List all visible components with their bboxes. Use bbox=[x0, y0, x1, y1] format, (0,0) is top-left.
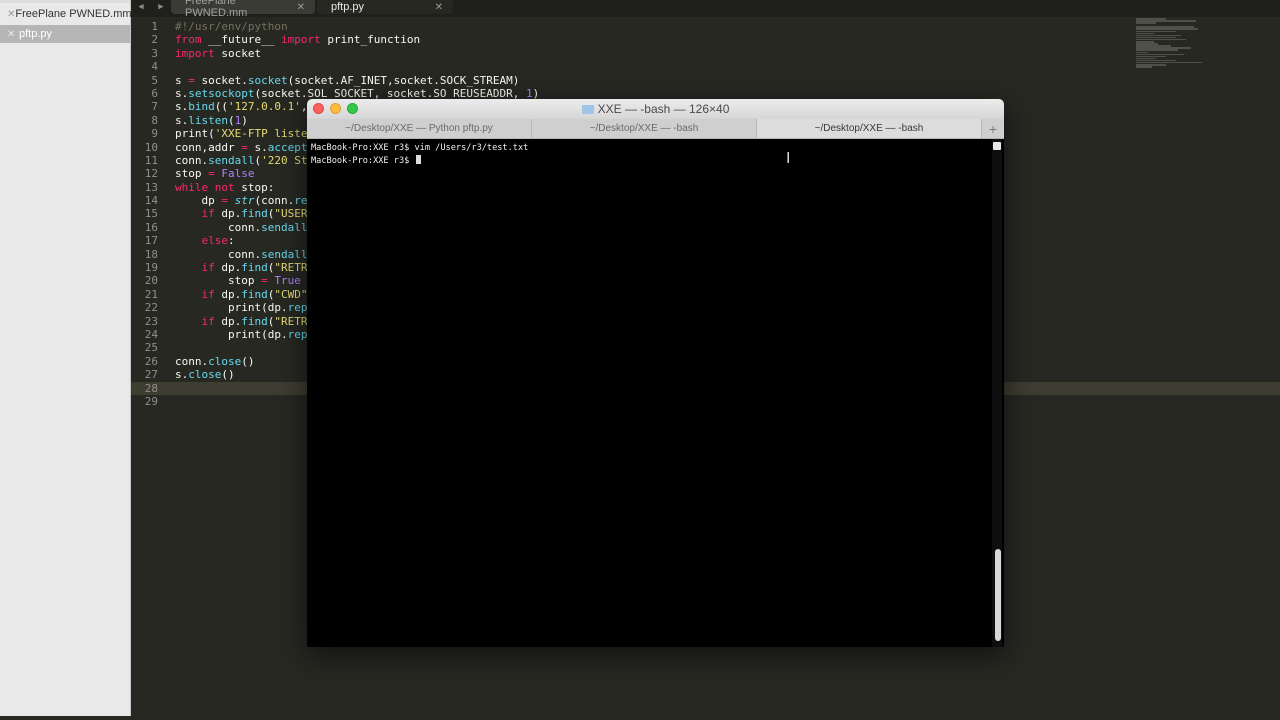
code-text: else: bbox=[201, 234, 235, 248]
line-number: 1 bbox=[151, 20, 158, 33]
code-text: s = socket.socket(socket.AF_INET,socket.… bbox=[175, 73, 520, 87]
close-icon[interactable]: ✕ bbox=[435, 2, 443, 13]
line-number: 9 bbox=[151, 127, 158, 141]
terminal-tab-python[interactable]: ~/Desktop/XXE — Python pftp.py bbox=[307, 119, 532, 138]
terminal-tabbar: ~/Desktop/XXE — Python pftp.py ~/Desktop… bbox=[307, 119, 1004, 139]
zoom-window-button[interactable] bbox=[347, 103, 358, 114]
terminal-tab-bash-2[interactable]: ~/Desktop/XXE — -bash bbox=[757, 119, 982, 138]
terminal-titlebar[interactable]: XXE — -bash — 126×40 bbox=[307, 99, 1004, 119]
code-text: from __future__ import print_function bbox=[175, 33, 421, 47]
line-number: 6 bbox=[151, 86, 158, 100]
line-number: 16 bbox=[144, 220, 158, 234]
tab-label: FreePlane PWNED.mm bbox=[185, 0, 248, 19]
tab-pftp[interactable]: pftp.py ✕ bbox=[317, 0, 453, 14]
line-number: 22 bbox=[144, 301, 158, 315]
line-number: 26 bbox=[144, 354, 158, 368]
sidebar-footer bbox=[0, 716, 131, 720]
chevron-right-icon[interactable]: ▶ bbox=[158, 2, 163, 12]
code-text: if dp.find("RETR" bbox=[201, 261, 315, 275]
terminal-line: MacBook-Pro:XXE r3$ vim /Users/r3/test.t… bbox=[311, 143, 529, 153]
text-cursor bbox=[416, 155, 422, 164]
code-text: import socket bbox=[175, 46, 262, 60]
minimize-window-button[interactable] bbox=[330, 103, 341, 114]
code-text: conn.sendall( bbox=[175, 220, 314, 234]
code-text: stop = True bbox=[175, 274, 301, 288]
editor-tabbar: ◀ ▶ FreePlane PWNED.mm ✕ pftp.py ✕ bbox=[131, 0, 1280, 19]
line-number: 25 bbox=[144, 341, 158, 355]
close-icon[interactable]: ✕ bbox=[7, 9, 15, 20]
tab-label: pftp.py bbox=[331, 1, 365, 13]
line-number: 28 bbox=[144, 381, 158, 395]
line-number: 3 bbox=[151, 46, 158, 60]
line-number: 20 bbox=[144, 274, 158, 288]
chevron-left-icon[interactable]: ◀ bbox=[138, 2, 143, 12]
code-text: conn,addr = s.accept( bbox=[175, 140, 314, 154]
line-number: 14 bbox=[144, 194, 158, 208]
code-text: s.listen(1) bbox=[175, 113, 248, 127]
close-window-button[interactable] bbox=[313, 103, 324, 114]
line-number: 29 bbox=[144, 394, 158, 408]
code-text: if dp.find("CWD") bbox=[201, 287, 315, 301]
scrollbar-thumb[interactable] bbox=[995, 549, 1001, 641]
line-number: 18 bbox=[144, 247, 158, 261]
ibeam-cursor-icon: I bbox=[786, 149, 791, 167]
code-text: s.bind(('127.0.0.1',2 bbox=[175, 100, 314, 114]
terminal-prompt-line: MacBook-Pro:XXE r3$ bbox=[311, 155, 1000, 168]
code-line[interactable]: 1 #!/usr/env/python bbox=[131, 20, 1280, 33]
code-text: while not stop: bbox=[175, 180, 275, 194]
code-line[interactable]: 5 s = socket.socket(socket.AF_INET,socket… bbox=[131, 74, 1280, 87]
tab-freeplane[interactable]: FreePlane PWNED.mm ✕ bbox=[171, 0, 315, 19]
code-line[interactable]: 3 import socket bbox=[131, 47, 1280, 60]
line-number: 12 bbox=[144, 167, 158, 181]
code-text: stop = False bbox=[175, 167, 255, 181]
sidebar-file-freeplane[interactable]: ✕ FreePlane PWNED.mm bbox=[0, 5, 132, 23]
code-text: print('XXE-FTP listen bbox=[175, 127, 315, 141]
line-number: 21 bbox=[144, 287, 158, 301]
line-number: 8 bbox=[151, 113, 158, 127]
code-text: conn.sendall( bbox=[175, 247, 314, 261]
folder-icon bbox=[581, 104, 594, 114]
sidebar-header bbox=[0, 0, 130, 3]
code-text: print(dp.repl bbox=[175, 301, 315, 315]
code-line[interactable]: 2 from __future__ import print_function bbox=[131, 33, 1280, 46]
line-number: 4 bbox=[151, 60, 158, 74]
code-text: if dp.find("USER" bbox=[201, 207, 315, 221]
terminal-window[interactable]: XXE — -bash — 126×40 ~/Desktop/XXE — Pyt… bbox=[307, 99, 1004, 647]
line-number: 5 bbox=[151, 73, 158, 87]
line-number: 27 bbox=[144, 368, 158, 382]
code-text: conn.close() bbox=[175, 354, 255, 368]
code-text: print(dp.repl bbox=[175, 327, 315, 341]
sidebar-file-pftp[interactable]: ✕ pftp.py bbox=[0, 25, 130, 43]
line-number: 11 bbox=[144, 153, 158, 167]
terminal-output[interactable]: MacBook-Pro:XXE r3$ vim /Users/r3/test.t… bbox=[307, 139, 1004, 171]
code-text: s.close() bbox=[175, 368, 235, 382]
line-number: 10 bbox=[144, 140, 158, 154]
code-text: #!/usr/env/python bbox=[175, 20, 288, 33]
code-text: dp = str(conn.rec bbox=[175, 194, 315, 208]
close-icon[interactable]: ✕ bbox=[7, 29, 19, 40]
sidebar: ✕ FreePlane PWNED.mm ✕ pftp.py bbox=[0, 0, 132, 716]
sidebar-file-label: pftp.py bbox=[19, 28, 53, 40]
code-text: conn.sendall('220 Sta bbox=[175, 153, 315, 167]
sidebar-file-label: FreePlane PWNED.mm bbox=[15, 8, 132, 20]
new-tab-button[interactable]: + bbox=[982, 119, 1004, 138]
line-number: 7 bbox=[151, 100, 158, 114]
tab-navigation: ◀ ▶ bbox=[131, 0, 171, 14]
scroll-marker-icon[interactable] bbox=[993, 142, 1001, 150]
close-icon[interactable]: ✕ bbox=[297, 2, 305, 13]
window-controls bbox=[313, 103, 358, 114]
terminal-prompt: MacBook-Pro:XXE r3$ bbox=[311, 156, 415, 166]
code-text: if dp.find("RETR" bbox=[201, 314, 315, 328]
line-number: 23 bbox=[144, 314, 158, 328]
line-number: 2 bbox=[151, 33, 158, 47]
terminal-tab-bash-1[interactable]: ~/Desktop/XXE — -bash bbox=[532, 119, 757, 138]
line-number: 17 bbox=[144, 234, 158, 248]
line-number: 13 bbox=[144, 180, 158, 194]
line-number: 19 bbox=[144, 261, 158, 275]
line-number: 15 bbox=[144, 207, 158, 221]
code-line[interactable]: 4 bbox=[131, 60, 1280, 73]
terminal-title: XXE — -bash — 126×40 bbox=[597, 102, 730, 116]
line-number: 24 bbox=[144, 327, 158, 341]
